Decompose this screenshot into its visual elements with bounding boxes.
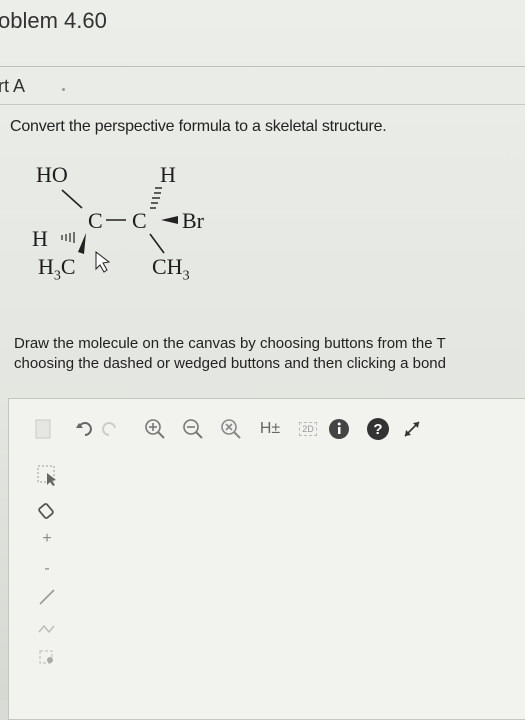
chain-tool-icon[interactable]	[30, 612, 64, 642]
charge-plus-button[interactable]: +	[30, 524, 64, 554]
label-ch3: CH3	[152, 254, 190, 284]
expand-icon[interactable]	[398, 412, 426, 446]
zoom-in-icon[interactable]	[142, 412, 168, 446]
divider	[0, 66, 525, 67]
charge-minus-button[interactable]: -	[30, 554, 64, 584]
select-tool-icon[interactable]	[30, 460, 64, 490]
single-bond-icon[interactable]	[30, 582, 64, 612]
label-c2: C	[132, 208, 147, 233]
page: oblem 4.60 rt A Convert the perspective …	[0, 0, 525, 720]
instructions: Draw the molecule on the canvas by choos…	[14, 334, 446, 374]
label-h3c: H3C	[38, 254, 76, 284]
hydrogen-toggle-button[interactable]: H±	[254, 412, 286, 446]
part-label[interactable]: rt A	[0, 76, 25, 97]
eraser-icon[interactable]	[30, 494, 64, 524]
instructions-line-2: choosing the dashed or wedged buttons an…	[14, 355, 446, 372]
problem-title: oblem 4.60	[0, 8, 107, 33]
template-tool-icon[interactable]	[30, 642, 64, 672]
clear-icon[interactable]	[218, 412, 244, 446]
label-ho: HO	[36, 162, 68, 187]
new-document-icon[interactable]	[30, 412, 56, 446]
redo-icon[interactable]	[98, 412, 120, 446]
clean-2d-button[interactable]: 2D	[292, 412, 324, 446]
undo-icon[interactable]	[72, 412, 98, 446]
label-c1: C	[88, 208, 103, 233]
side-tool-palette: + -	[30, 460, 66, 700]
part-dot	[62, 88, 65, 91]
help-icon[interactable]: ?	[364, 412, 392, 446]
info-icon[interactable]	[324, 412, 354, 446]
label-br: Br	[182, 208, 204, 233]
zoom-out-icon[interactable]	[180, 412, 206, 446]
instructions-line-1: Draw the molecule on the canvas by choos…	[14, 335, 446, 352]
divider	[0, 104, 525, 105]
editor-toolbar: H± 2D ?	[30, 412, 500, 450]
question-prompt: Convert the perspective formula to a ske…	[10, 118, 387, 135]
label-h-left: H	[32, 226, 48, 251]
perspective-formula: HO H C C Br H H3C CH3	[20, 150, 280, 310]
label-h-top: H	[160, 162, 176, 187]
